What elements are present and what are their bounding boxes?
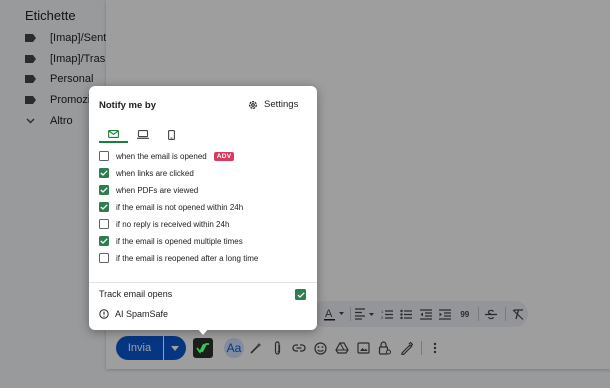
- check-icon: [100, 238, 108, 244]
- gear-icon: [248, 100, 258, 110]
- option-opened-multiple[interactable]: if the email is opened multiple times: [99, 234, 243, 248]
- option-email-opened[interactable]: when the email is opened ADV: [99, 149, 235, 163]
- option-label: if the email is opened multiple times: [116, 236, 243, 246]
- popup-title: Notify me by: [99, 100, 157, 111]
- adv-badge: ADV: [213, 151, 235, 161]
- notify-channel-tabs: [99, 126, 186, 144]
- checkbox[interactable]: [99, 185, 109, 195]
- track-opens-label: Track email opens: [99, 289, 173, 299]
- check-icon: [100, 187, 108, 193]
- option-not-opened-24h[interactable]: if the email is not opened within 24h: [99, 200, 243, 214]
- checkbox[interactable]: [99, 168, 109, 178]
- track-opens-checkbox[interactable]: [295, 289, 306, 300]
- info-icon: [99, 309, 109, 319]
- option-label: if no reply is received within 24h: [116, 219, 230, 229]
- ai-spamsafe-label: AI SpamSafe: [115, 309, 169, 319]
- option-label: when PDFs are viewed: [116, 185, 199, 195]
- ai-spamsafe-row[interactable]: AI SpamSafe: [99, 309, 168, 319]
- tab-email[interactable]: [99, 126, 128, 143]
- check-icon: [296, 291, 305, 298]
- settings-button[interactable]: Settings: [248, 99, 298, 110]
- option-pdfs-viewed[interactable]: when PDFs are viewed: [99, 183, 198, 197]
- option-label: if the email is reopened after a long ti…: [116, 253, 259, 263]
- settings-label: Settings: [264, 99, 299, 110]
- notify-popup: Notify me by Settings when the email is …: [89, 86, 317, 330]
- extension-logo-button[interactable]: [193, 338, 213, 358]
- tab-desktop[interactable]: [128, 126, 157, 143]
- checkbox[interactable]: [99, 253, 109, 263]
- check-icon: [100, 204, 108, 210]
- check-icon: [100, 170, 108, 176]
- checkmark-logo-icon: [196, 343, 209, 354]
- option-links-clicked[interactable]: when links are clicked: [99, 166, 194, 180]
- laptop-icon: [136, 130, 149, 139]
- popup-pointer: [197, 328, 209, 335]
- phone-icon: [168, 129, 175, 140]
- popup-divider: [89, 282, 317, 283]
- checkbox[interactable]: [99, 202, 109, 212]
- checkbox[interactable]: [99, 151, 109, 161]
- checkbox[interactable]: [99, 219, 109, 229]
- option-reopened-long-time[interactable]: if the email is reopened after a long ti…: [99, 251, 258, 265]
- option-no-reply-24h[interactable]: if no reply is received within 24h: [99, 217, 229, 231]
- checkbox[interactable]: [99, 236, 109, 246]
- tab-mobile[interactable]: [157, 126, 186, 143]
- option-label: if the email is not opened within 24h: [116, 202, 244, 212]
- option-label: when links are clicked: [116, 168, 194, 178]
- option-label: when the email is opened: [116, 151, 207, 161]
- mail-icon: [108, 129, 119, 138]
